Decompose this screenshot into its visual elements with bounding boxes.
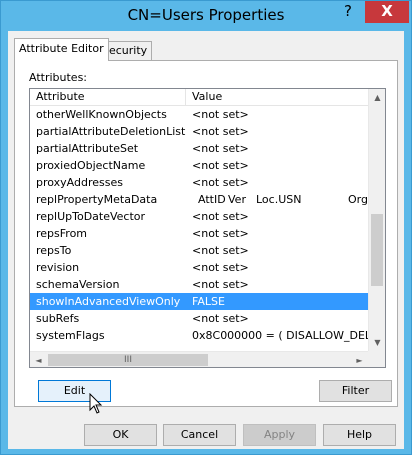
list-item[interactable]: partialAttributeSet <not set> xyxy=(30,140,368,157)
column-header-attribute[interactable]: Attribute xyxy=(30,89,186,106)
list-body: otherWellKnownObjects <not set> partialA… xyxy=(30,106,368,351)
attribute-value: FALSE xyxy=(192,295,225,308)
list-header: Attribute Value xyxy=(30,89,368,106)
attribute-value: <not set> xyxy=(192,312,249,325)
list-item[interactable]: replPropertyMetaData AttID Ver Loc.USN O… xyxy=(30,191,368,208)
dialog-client: Attribute Editor Security Attributes: At… xyxy=(8,31,404,449)
value-col-ver: Ver xyxy=(228,193,246,206)
attribute-name: partialAttributeDeletionList xyxy=(36,125,186,138)
attribute-value: <not set> xyxy=(192,244,249,257)
value-col-org: Org xyxy=(348,193,368,206)
attribute-name: schemaVersion xyxy=(36,278,120,291)
list-item-selected[interactable]: showInAdvancedViewOnly FALSE xyxy=(30,293,368,310)
list-item[interactable]: subRefs <not set> xyxy=(30,310,368,327)
attribute-value: 0x8C000000 = ( DISALLOW_DELET xyxy=(192,329,368,342)
attribute-value: <not set> xyxy=(192,261,249,274)
list-item[interactable]: replUpToDateVector <not set> xyxy=(30,208,368,225)
column-header-value[interactable]: Value xyxy=(186,89,368,106)
horizontal-scrollbar[interactable]: ◄ III ► xyxy=(30,351,368,367)
attribute-name: repsTo xyxy=(36,244,72,257)
title-bar[interactable]: CN=Users Properties ? X xyxy=(1,1,411,31)
attribute-value: <not set> xyxy=(192,278,249,291)
help-button[interactable]: Help xyxy=(323,424,396,446)
attribute-value: <not set> xyxy=(192,142,249,155)
attribute-value: <not set> xyxy=(192,210,249,223)
attribute-name: subRefs xyxy=(36,312,80,325)
scrollbar-corner xyxy=(368,351,385,367)
list-item[interactable]: otherWellKnownObjects <not set> xyxy=(30,106,368,123)
attribute-name: systemFlags xyxy=(36,329,105,342)
attribute-value: <not set> xyxy=(192,159,249,172)
ok-button[interactable]: OK xyxy=(84,424,157,446)
attribute-name: showInAdvancedViewOnly xyxy=(36,295,181,308)
attribute-value: <not set> xyxy=(192,227,249,240)
attribute-name: revision xyxy=(36,261,80,274)
list-item[interactable]: schemaVersion <not set> xyxy=(30,276,368,293)
value-col-locusn: Loc.USN xyxy=(256,193,302,206)
attribute-name: replUpToDateVector xyxy=(36,210,146,223)
vertical-scrollbar[interactable]: ▲ ▼ xyxy=(368,89,385,351)
list-item[interactable]: revision <not set> xyxy=(30,259,368,276)
value-col-attid: AttID xyxy=(198,193,226,206)
scroll-right-icon[interactable]: ► xyxy=(351,352,368,367)
properties-window: CN=Users Properties ? X Attribute Editor… xyxy=(0,0,412,455)
attribute-name: partialAttributeSet xyxy=(36,142,139,155)
cancel-button[interactable]: Cancel xyxy=(163,424,236,446)
attribute-name: replPropertyMetaData xyxy=(36,193,158,206)
close-button[interactable]: X xyxy=(365,1,409,23)
tab-attribute-editor[interactable]: Attribute Editor xyxy=(14,38,109,61)
list-item[interactable]: repsTo <not set> xyxy=(30,242,368,259)
list-item[interactable]: proxiedObjectName <not set> xyxy=(30,157,368,174)
attribute-name: repsFrom xyxy=(36,227,88,240)
attributes-list[interactable]: Attribute Value otherWellKnownObjects <n… xyxy=(29,88,386,368)
attribute-name: proxiedObjectName xyxy=(36,159,146,172)
attribute-value: <not set> xyxy=(192,125,249,138)
attributes-label: Attributes: xyxy=(29,71,88,84)
filter-button[interactable]: Filter xyxy=(319,380,392,402)
scroll-up-icon[interactable]: ▲ xyxy=(369,89,385,106)
vertical-scroll-thumb[interactable] xyxy=(371,214,383,286)
attribute-value: <not set> xyxy=(192,108,249,121)
horizontal-scroll-thumb[interactable]: III xyxy=(48,354,208,366)
attribute-name: proxyAddresses xyxy=(36,176,123,189)
attribute-name: otherWellKnownObjects xyxy=(36,108,167,121)
list-item[interactable]: partialAttributeDeletionList <not set> xyxy=(30,123,368,140)
attribute-editor-panel: Attributes: Attribute Value otherWellKno… xyxy=(14,60,398,407)
list-item[interactable]: proxyAddresses <not set> xyxy=(30,174,368,191)
scroll-down-icon[interactable]: ▼ xyxy=(369,334,385,351)
attribute-value: <not set> xyxy=(192,176,249,189)
help-title-button[interactable]: ? xyxy=(335,1,361,23)
list-item[interactable]: repsFrom <not set> xyxy=(30,225,368,242)
scroll-left-icon[interactable]: ◄ xyxy=(30,352,47,367)
apply-button[interactable]: Apply xyxy=(243,424,316,446)
list-item[interactable]: systemFlags 0x8C000000 = ( DISALLOW_DELE… xyxy=(30,327,368,344)
mouse-pointer-icon xyxy=(89,393,103,414)
